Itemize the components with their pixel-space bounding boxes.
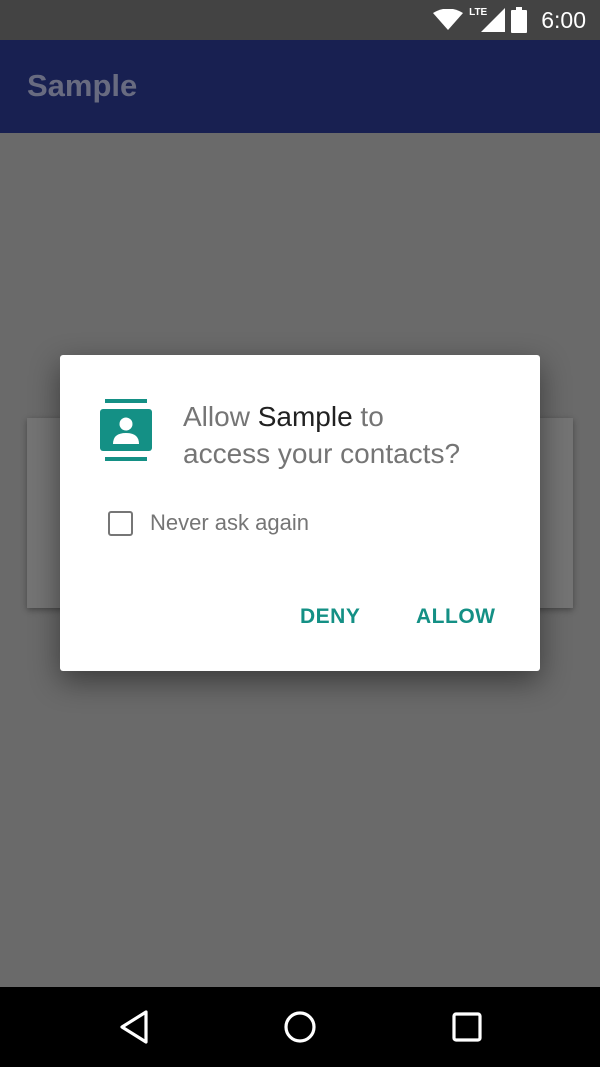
app-title: Sample [27,68,138,103]
message-line2: access your contacts? [183,438,461,469]
recents-icon[interactable] [451,1009,483,1045]
deny-button[interactable]: DENY [300,605,360,629]
message-app-name: Sample [257,401,353,432]
home-icon[interactable] [283,1009,317,1045]
allow-button[interactable]: ALLOW [416,605,495,629]
never-ask-again-row[interactable]: Never ask again [108,510,309,536]
contacts-icon [100,399,152,461]
never-ask-again-checkbox[interactable] [108,510,133,536]
message-suffix: to [352,401,384,432]
wifi-icon [433,9,464,30]
never-ask-again-label: Never ask again [150,510,309,535]
message-prefix: Allow [183,401,258,432]
status-bar: LTE 6:00 [0,0,600,40]
app-bar: Sample [0,40,600,133]
permission-dialog: Allow Sample to access your contacts? Ne… [60,355,540,671]
clock: 6:00 [541,6,586,33]
back-icon[interactable] [118,1009,150,1045]
navigation-bar [0,987,600,1067]
battery-icon [511,7,528,33]
network-type: LTE [469,6,488,18]
permission-message: Allow Sample to access your contacts? [183,398,513,472]
